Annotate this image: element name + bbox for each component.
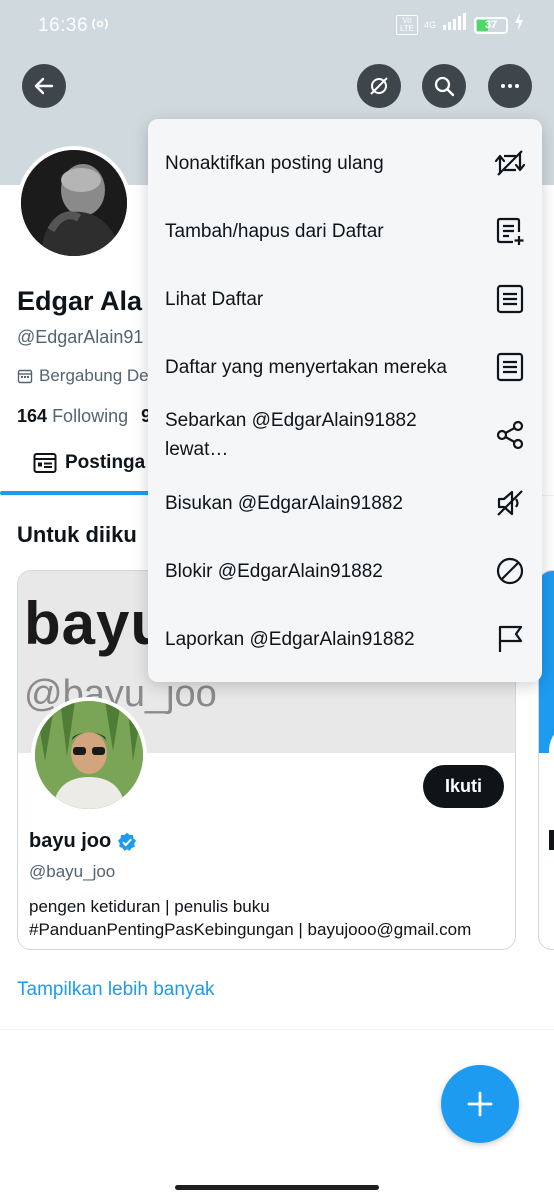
- arrow-left-icon: [34, 77, 54, 95]
- card-name-text: bayu joo: [29, 830, 112, 852]
- tab-posts[interactable]: Postinga: [33, 452, 145, 474]
- profile-handle: @EdgarAlain91: [17, 327, 144, 347]
- menu-item-label: Sebarkan @EdgarAlain91882 lewat…: [165, 410, 417, 460]
- card-bio-line: pengen ketiduran | penulis buku: [29, 897, 270, 916]
- tab-posts-label: Postinga: [65, 452, 146, 473]
- menu-item-report[interactable]: Laporkan @EdgarAlain91882: [148, 605, 542, 673]
- menu-item-mute[interactable]: Bisukan @EdgarAlain91882: [148, 469, 542, 537]
- status-bar: 16:36 Vo LTE 4G 37: [0, 0, 554, 52]
- divider: [0, 1029, 554, 1030]
- show-more-link[interactable]: Tampilkan lebih banyak: [17, 979, 215, 1001]
- card-name: bayu joo: [29, 830, 137, 853]
- suggestions-title: Untuk diiku: [17, 522, 137, 547]
- mute-icon: [494, 487, 526, 519]
- menu-item-label: Daftar yang menyertakan mereka: [165, 356, 447, 378]
- joined-text: Bergabung De: [39, 366, 149, 385]
- list-add-icon: [494, 215, 526, 247]
- menu-item-label: Blokir @EdgarAlain91882: [165, 560, 383, 582]
- battery-level: 37: [484, 18, 498, 31]
- network-type: 4G: [423, 19, 436, 30]
- block-icon: [494, 555, 526, 587]
- repost-toggle-button[interactable]: [357, 64, 401, 108]
- menu-item-share-profile[interactable]: Sebarkan @EdgarAlain91882 lewat…: [148, 401, 542, 469]
- following-count: 164: [17, 406, 48, 426]
- menu-item-label: Laporkan @EdgarAlain91882: [165, 628, 415, 650]
- verified-badge-icon: [118, 832, 137, 851]
- menu-item-block[interactable]: Blokir @EdgarAlain91882: [148, 537, 542, 605]
- card-bio: pengen ketiduran | penulis buku #Panduan…: [29, 895, 509, 941]
- share-icon: [494, 419, 526, 451]
- list-icon: [494, 283, 526, 315]
- menu-item-label: Lihat Daftar: [165, 288, 264, 310]
- charging-icon: [514, 13, 524, 37]
- avatar-photo: [21, 150, 127, 256]
- card-avatar-photo: [35, 701, 143, 809]
- menu-item-label: Bisukan @EdgarAlain91882: [165, 492, 403, 514]
- menu-item-view-lists[interactable]: Lihat Daftar: [148, 265, 542, 333]
- calendar-icon: [17, 369, 33, 384]
- repost-off-icon: [370, 77, 388, 95]
- profile-avatar[interactable]: [17, 146, 131, 260]
- signal-icon: [442, 13, 468, 37]
- more-icon: [501, 84, 519, 88]
- list-icon: [494, 351, 526, 383]
- status-time: 16:36: [38, 15, 89, 36]
- volte-badge: Vo LTE: [395, 15, 418, 35]
- card-handle: @bayu_joo: [29, 862, 116, 881]
- more-button[interactable]: [488, 64, 532, 108]
- compose-button[interactable]: [441, 1065, 519, 1143]
- search-icon: [434, 76, 455, 97]
- menu-item-turn-off-reposts[interactable]: Nonaktifkan posting ulang: [148, 129, 542, 197]
- card-avatar[interactable]: [31, 697, 147, 813]
- following-label: Following: [52, 406, 129, 426]
- card-banner-text: bayu: [24, 590, 169, 657]
- menu-item-lists-including[interactable]: Daftar yang menyertakan mereka: [148, 333, 542, 401]
- menu-item-add-remove-list[interactable]: Tambah/hapus dari Daftar: [148, 197, 542, 265]
- card-bio-line: #PanduanPentingPasKebingungan | bayujooo…: [29, 920, 472, 939]
- tab-active-indicator: [0, 491, 170, 495]
- status-icons: Vo LTE 4G 37: [395, 13, 524, 37]
- home-indicator[interactable]: [175, 1185, 379, 1190]
- repost-off-icon: [494, 147, 526, 179]
- joined-date: Bergabung De: [17, 366, 149, 386]
- plus-icon: [467, 1091, 493, 1117]
- back-button[interactable]: [22, 64, 66, 108]
- profile-name: Edgar Ala: [17, 286, 143, 316]
- search-button[interactable]: [422, 64, 466, 108]
- card-name-fragment: [549, 830, 554, 850]
- flag-icon: [494, 623, 526, 655]
- menu-item-label: Nonaktifkan posting ulang: [165, 152, 384, 174]
- menu-item-label: Tambah/hapus dari Daftar: [165, 220, 384, 242]
- hotspot-icon: [90, 14, 110, 40]
- posts-icon: [33, 453, 57, 473]
- follow-button[interactable]: Ikuti: [422, 765, 504, 808]
- follow-stats[interactable]: 164 Following 9: [17, 406, 151, 427]
- overflow-menu: Nonaktifkan posting ulang Tambah/hapus d…: [148, 119, 542, 682]
- battery-icon: 37: [474, 16, 508, 34]
